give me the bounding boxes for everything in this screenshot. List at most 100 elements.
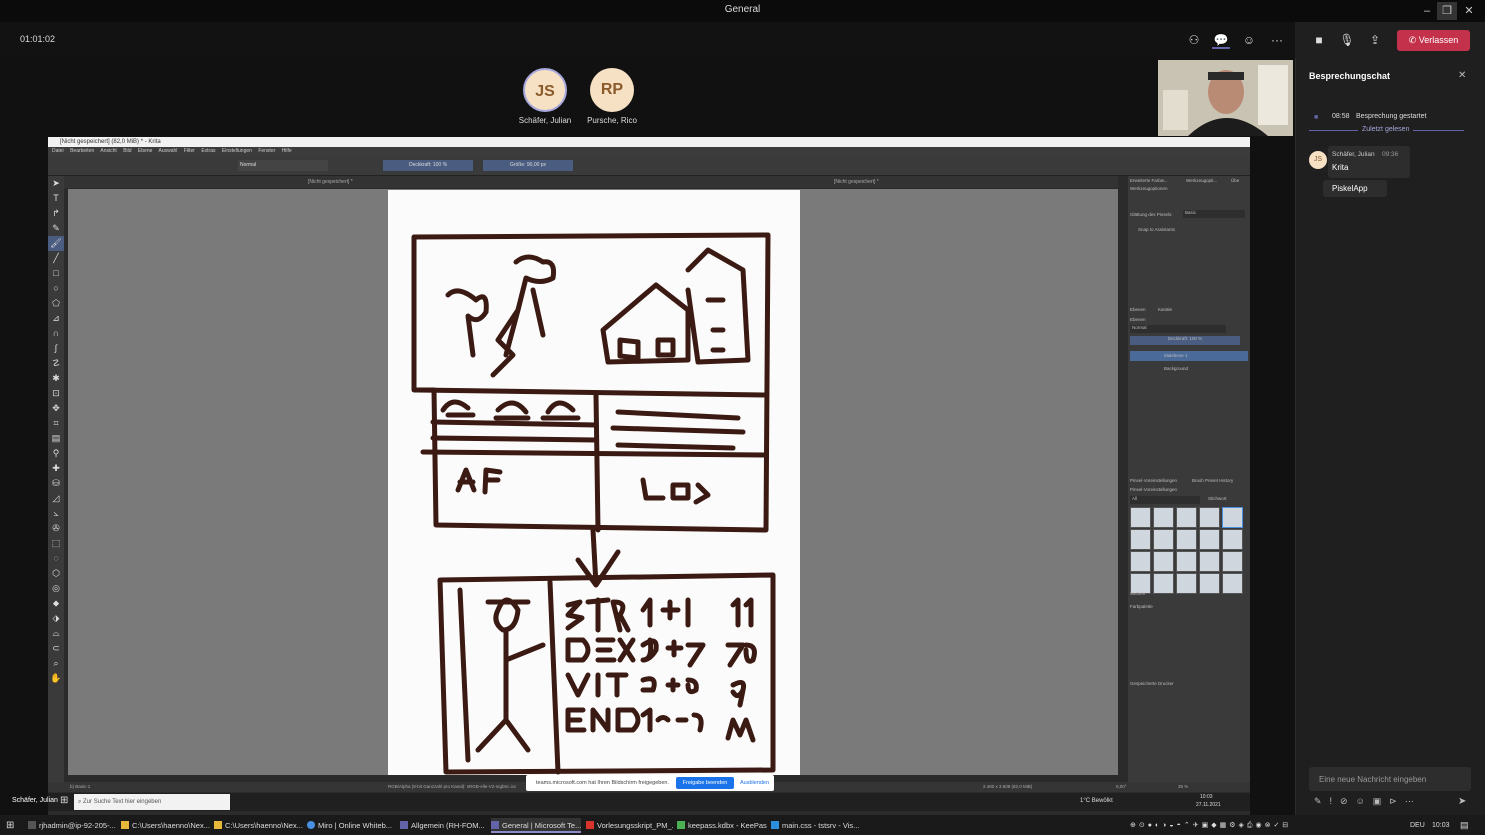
layer-row[interactable]: Background	[1130, 364, 1248, 374]
polyline-tool-icon[interactable]: ⊿	[48, 311, 64, 326]
layer-blend-select[interactable]: Normal	[1130, 325, 1226, 333]
brush-preset-icon[interactable]	[1130, 529, 1151, 550]
brush-preset-icon[interactable]	[1222, 529, 1243, 550]
taskbar-item[interactable]: keepass.kdbx - KeePass	[677, 818, 767, 833]
blend-mode-select[interactable]: Normal	[238, 160, 328, 171]
windows-start-icon[interactable]: ⊞	[60, 795, 74, 809]
system-tray-icons[interactable]: ⊕⊙●◐◑◒◓⌃✈▣◆▦⚙◈⎙◉⊗✓⊟	[1130, 818, 1291, 833]
bezier-tool-icon[interactable]: ∩	[48, 326, 64, 341]
brush-tool-icon[interactable]: 🖌	[48, 236, 64, 251]
brush-tag-select[interactable]: Stichwort	[1208, 496, 1227, 501]
close-window-icon[interactable]: ✕	[1459, 2, 1479, 20]
brush-preset-icon[interactable]	[1199, 551, 1220, 572]
edit-shapes-icon[interactable]: ↱	[48, 206, 64, 221]
hide-notice-button[interactable]: Ausblenden	[740, 780, 769, 786]
similar-select-icon[interactable]: ⬗	[48, 611, 64, 626]
size-slider[interactable]: Größe: 90,00 px	[483, 160, 573, 171]
brush-preset-icon[interactable]	[1153, 529, 1174, 550]
smart-patch-icon[interactable]: ✚	[48, 461, 64, 476]
transform-tool-icon[interactable]: ⊡	[48, 386, 64, 401]
brush-preset-icon[interactable]	[1153, 551, 1174, 572]
chat-icon[interactable]: 💬	[1212, 31, 1230, 49]
compose-toolbar-icons[interactable]: ✎!⊘☺▣⊳⋯	[1314, 796, 1422, 807]
menu-item[interactable]: Ebene	[138, 148, 152, 154]
microphone-icon[interactable]: 🎙	[1338, 31, 1356, 49]
menu-item[interactable]: Fenster	[258, 148, 275, 154]
gradient-tool-icon[interactable]: ▤	[48, 431, 64, 446]
share-screen-icon[interactable]: ⇪	[1366, 31, 1384, 49]
layers-tab[interactable]: Ebenen	[1130, 307, 1146, 312]
drawing-canvas[interactable]	[388, 190, 800, 775]
brush-preset-icon[interactable]	[1176, 507, 1197, 528]
fill-tool-icon[interactable]: ⛁	[48, 476, 64, 491]
layer-opacity-slider[interactable]: Deckkraft: 100 %	[1130, 336, 1240, 345]
brush-preset-icon[interactable]	[1153, 507, 1174, 528]
send-icon[interactable]: ➤	[1458, 796, 1466, 807]
stop-sharing-button[interactable]: Freigabe beenden	[676, 777, 734, 789]
assistant-tool-icon[interactable]: ◿	[48, 491, 64, 506]
windows-start-icon[interactable]: ⊞	[6, 818, 20, 833]
magnetic-select-icon[interactable]: ⊂	[48, 641, 64, 656]
move-tool-icon[interactable]: ✥	[48, 401, 64, 416]
chat-message[interactable]: Schäfer, Julian 09:36 Krita	[1328, 146, 1410, 178]
smoothing-select[interactable]: Basic	[1183, 210, 1245, 218]
opacity-slider[interactable]: Deckkraft: 100 %	[383, 160, 473, 171]
brush-search[interactable]: Suchen	[1130, 591, 1145, 596]
brush-preset-icon[interactable]	[1199, 529, 1220, 550]
participant-avatar[interactable]: RP	[590, 68, 634, 112]
brush-preset-icon[interactable]	[1222, 551, 1243, 572]
taskbar-item[interactable]: C:\Users\haenno\Nex...	[121, 818, 211, 833]
docker-tab[interactable]: Übe	[1231, 178, 1239, 183]
menu-item[interactable]: Ansicht	[100, 148, 116, 154]
brush-preset-icon[interactable]	[1199, 507, 1220, 528]
brush-preset-icon[interactable]	[1130, 507, 1151, 528]
polygon-tool-icon[interactable]: ⬠	[48, 296, 64, 311]
document-tab[interactable]: [Nicht gespeichert] *	[308, 179, 353, 185]
camera-icon[interactable]: ■	[1310, 31, 1328, 49]
message-input[interactable]: Eine neue Nachricht eingeben	[1309, 767, 1471, 791]
brush-preset-icon[interactable]	[1222, 573, 1243, 594]
menu-item[interactable]: Bearbeiten	[70, 148, 94, 154]
menu-item[interactable]: Hilfe	[282, 148, 292, 154]
brush-tab[interactable]: Pinsel-Voreinstellungen	[1130, 478, 1177, 483]
freehand-select-icon[interactable]: ◎	[48, 581, 64, 596]
minimize-icon[interactable]: –	[1417, 2, 1437, 20]
calligraphy-icon[interactable]: ✎	[48, 221, 64, 236]
document-tab[interactable]: [Nicht gespeichert] *	[834, 179, 879, 185]
krita-canvas-area[interactable]	[68, 189, 1118, 775]
participant-avatar[interactable]: JS	[523, 68, 567, 112]
brush-preset-icon[interactable]	[1199, 573, 1220, 594]
brush-preset-icon[interactable]	[1176, 529, 1197, 550]
layer-row[interactable]: Malebene 1	[1130, 351, 1248, 361]
reply-message[interactable]: PiskelApp	[1323, 180, 1387, 197]
rectangle-tool-icon[interactable]: □	[48, 266, 64, 281]
rect-select-icon[interactable]: ⬚	[48, 536, 64, 551]
taskbar-item[interactable]: General | Microsoft Te...	[491, 818, 581, 833]
menu-item[interactable]: Filter	[184, 148, 195, 154]
reactions-icon[interactable]: ☺	[1240, 31, 1258, 49]
taskbar-item[interactable]: rjhadmin@ip-92-205-...	[28, 818, 118, 833]
brush-preset-icon[interactable]	[1222, 507, 1243, 528]
select-tool-icon[interactable]: ➤	[48, 176, 64, 191]
weather-widget[interactable]: 1°C Bewölkt	[1080, 798, 1113, 804]
polygon-select-icon[interactable]: ⬡	[48, 566, 64, 581]
ellipse-select-icon[interactable]: ◌	[48, 551, 64, 566]
measure-tool-icon[interactable]: ⦣	[48, 506, 64, 521]
taskbar-item[interactable]: main.css - tstsrv - Vis...	[771, 818, 861, 833]
taskbar-item[interactable]: Miro | Online Whiteb...	[307, 818, 397, 833]
maximize-icon[interactable]: ❐	[1437, 2, 1457, 20]
docker-tab[interactable]: Erweiterte Farbw...	[1130, 178, 1168, 183]
brush-preset-icon[interactable]	[1130, 551, 1151, 572]
menu-item[interactable]: Einstellungen	[222, 148, 252, 154]
menu-item[interactable]: Datei	[52, 148, 64, 154]
color-picker-icon[interactable]: ⚲	[48, 446, 64, 461]
crop-tool-icon[interactable]: ⌗	[48, 416, 64, 431]
zoom-tool-icon[interactable]: ⌕	[48, 656, 64, 671]
brush-preset-icon[interactable]	[1153, 573, 1174, 594]
pan-tool-icon[interactable]: ✋	[48, 671, 64, 686]
taskbar-search[interactable]: ⌕ Zur Suche Text hier eingeben	[74, 794, 230, 810]
notifications-icon[interactable]: ▤	[1460, 818, 1469, 833]
taskbar-item[interactable]: C:\Users\haenno\Nex...	[214, 818, 304, 833]
menu-item[interactable]: Auswahl	[159, 148, 178, 154]
leave-button[interactable]: ✆ Verlassen	[1397, 30, 1470, 51]
